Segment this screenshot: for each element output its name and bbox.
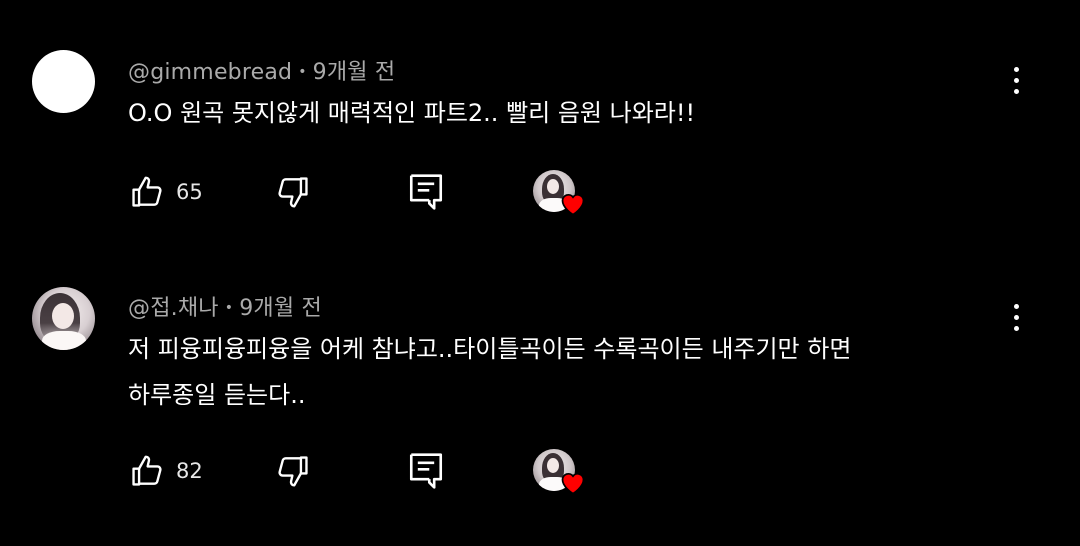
like-count: 65 [176,180,203,204]
more-vert-icon[interactable] [1000,60,1032,100]
comment-time: 9개월 전 [239,296,322,321]
comment-meta: @접.채나 • 9개월 전 [128,290,322,322]
creator-heart [533,170,589,218]
dislike-button[interactable] [274,170,312,214]
meta-separator: • [298,64,307,80]
creator-heart-icon [561,472,585,495]
reply-icon [409,174,443,210]
reply-button[interactable] [408,170,444,214]
creator-heart [533,449,589,497]
comment-meta: @gimmebread • 9개월 전 [128,54,395,86]
meta-separator: • [224,300,234,316]
comment-author[interactable]: @gimmebread [128,60,292,85]
comment-text: O.O 원곡 못지않게 매력적인 파트2.. 빨리 음원 나와라!! [128,90,968,136]
like-button[interactable]: 65 [128,170,203,214]
dislike-button[interactable] [274,449,312,493]
comment-actions: 82 [128,449,628,495]
thumbs-up-icon [132,455,162,486]
like-button[interactable]: 82 [128,449,203,493]
comment-line: 저 피융피융피융을 어케 참냐고..타이틀곡이든 수록곡이든 내주기만 하면 [128,335,852,363]
thumbs-up-icon [132,176,162,207]
comment-line: 하루종일 듣는다.. [128,381,306,409]
comment-text: 저 피융피융피융을 어케 참냐고..타이틀곡이든 수록곡이든 내주기만 하면 하… [128,326,968,418]
reply-icon [409,453,443,489]
creator-heart-icon [561,193,585,216]
more-vert-icon[interactable] [1000,297,1032,337]
like-count: 82 [176,459,203,483]
avatar[interactable] [32,287,95,350]
comment-line: O.O 원곡 못지않게 매력적인 파트2.. 빨리 음원 나와라!! [128,99,696,127]
reply-button[interactable] [408,449,444,493]
thumbs-down-icon [278,456,308,487]
comment-actions: 65 [128,170,628,216]
thumbs-down-icon [278,177,308,208]
avatar[interactable] [32,50,95,113]
comment-time: 9개월 전 [312,60,396,85]
comment-author[interactable]: @접.채나 [128,296,219,321]
